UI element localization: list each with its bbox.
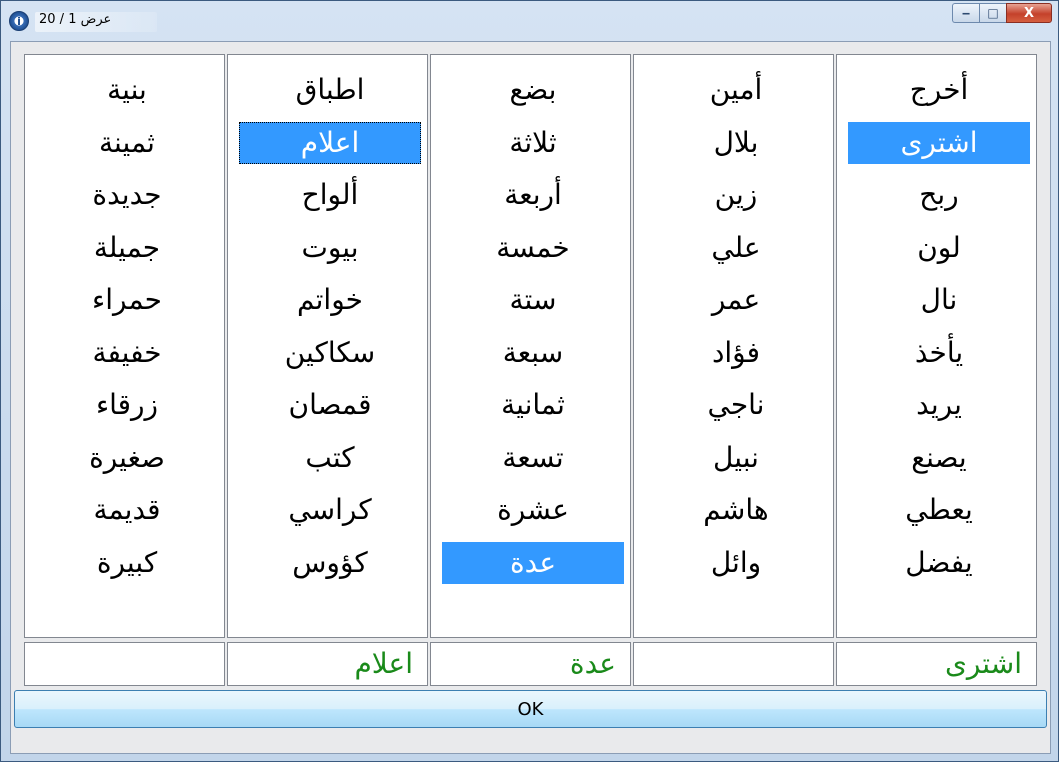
list-item[interactable]: اطباق bbox=[239, 69, 421, 111]
list-item[interactable]: قديمة bbox=[36, 489, 218, 531]
list-item[interactable]: خمسة bbox=[442, 227, 624, 269]
word-list-3[interactable]: بضع ثلاثة أربعة خمسة ستة سبعة ثمانية تسعة عشرة عد… bbox=[430, 54, 631, 638]
list-item[interactable]: ثمينة bbox=[36, 122, 218, 164]
answer-cell-5 bbox=[24, 642, 225, 686]
list-item[interactable]: بنية bbox=[36, 69, 218, 111]
list-item[interactable]: حمراء bbox=[36, 279, 218, 321]
list-item[interactable]: بلال bbox=[645, 122, 827, 164]
list-item[interactable]: ثلاثة bbox=[442, 122, 624, 164]
window-title: عرض 1 / 20 bbox=[35, 12, 158, 32]
list-item[interactable]: علي bbox=[645, 227, 827, 269]
list-item[interactable]: عشرة bbox=[442, 489, 624, 531]
list-item[interactable]: جميلة bbox=[36, 227, 218, 269]
minimize-button[interactable]: ‒ bbox=[952, 3, 979, 23]
answer-cell-4: اعلام bbox=[227, 642, 428, 686]
list-item[interactable]: خفيفة bbox=[36, 332, 218, 374]
list-item[interactable]: قمصان bbox=[239, 384, 421, 426]
list-item[interactable]: فؤاد bbox=[645, 332, 827, 374]
list-item[interactable]: خواتم bbox=[239, 279, 421, 321]
list-item[interactable]: كراسي bbox=[239, 489, 421, 531]
list-item[interactable]: سكاكين bbox=[239, 332, 421, 374]
list-item[interactable]: عمر bbox=[645, 279, 827, 321]
close-button[interactable]: X bbox=[1006, 3, 1052, 23]
list-item[interactable]: عدة bbox=[442, 541, 624, 584]
list-item[interactable]: جديدة bbox=[36, 174, 218, 216]
list-item[interactable]: اعلام bbox=[239, 121, 421, 164]
list-item[interactable]: ألواح bbox=[239, 174, 421, 216]
list-item[interactable]: يصنع bbox=[848, 437, 1030, 479]
title-bar[interactable]: i عرض 1 / 20 ‒ □ X bbox=[1, 1, 1059, 41]
list-item[interactable]: زرقاء bbox=[36, 384, 218, 426]
dialog-window: i عرض 1 / 20 ‒ □ X أخرج اشترى ربح لون نال يأخ… bbox=[0, 0, 1059, 762]
word-columns: أخرج اشترى ربح لون نال يأخذ يريد يصنع يعطي يفضل أم… bbox=[24, 54, 1037, 638]
list-item[interactable]: سبعة bbox=[442, 332, 624, 374]
list-item[interactable]: يأخذ bbox=[848, 332, 1030, 374]
list-item[interactable]: ناجي bbox=[645, 384, 827, 426]
list-item[interactable]: لون bbox=[848, 227, 1030, 269]
list-item[interactable]: أخرج bbox=[848, 69, 1030, 111]
answer-cell-3: عدة bbox=[430, 642, 631, 686]
list-item[interactable]: هاشم bbox=[645, 489, 827, 531]
word-list-1[interactable]: أخرج اشترى ربح لون نال يأخذ يريد يصنع يعطي يفضل bbox=[836, 54, 1037, 638]
list-item[interactable]: ستة bbox=[442, 279, 624, 321]
word-list-4[interactable]: اطباق اعلام ألواح بيوت خواتم سكاكين قمصان كتب كر… bbox=[227, 54, 428, 638]
list-item[interactable]: نال bbox=[848, 279, 1030, 321]
answer-cell-2 bbox=[633, 642, 834, 686]
word-list-2[interactable]: أمين بلال زين علي عمر فؤاد ناجي نبيل هاشم وائل bbox=[633, 54, 834, 638]
list-item[interactable]: نبيل bbox=[645, 437, 827, 479]
word-list-5[interactable]: بنية ثمينة جديدة جميلة حمراء خفيفة زرقاء صغيرة ق… bbox=[24, 54, 225, 638]
list-item[interactable]: كتب bbox=[239, 437, 421, 479]
list-item[interactable]: كبيرة bbox=[36, 542, 218, 584]
list-item[interactable]: تسعة bbox=[442, 437, 624, 479]
list-item[interactable]: يفضل bbox=[848, 542, 1030, 584]
list-item[interactable]: أمين bbox=[645, 69, 827, 111]
list-item[interactable]: أربعة bbox=[442, 174, 624, 216]
list-item[interactable]: وائل bbox=[645, 542, 827, 584]
list-item[interactable]: صغيرة bbox=[36, 437, 218, 479]
window-controls: ‒ □ X bbox=[952, 3, 1052, 25]
list-item[interactable]: يريد bbox=[848, 384, 1030, 426]
list-item[interactable]: كؤوس bbox=[239, 542, 421, 584]
list-item[interactable]: بضع bbox=[442, 69, 624, 111]
list-item[interactable]: اشترى bbox=[848, 121, 1030, 164]
list-item[interactable]: ربح bbox=[848, 174, 1030, 216]
list-item[interactable]: ثمانية bbox=[442, 384, 624, 426]
maximize-button[interactable]: □ bbox=[979, 3, 1006, 23]
answer-row: اشترى عدة اعلام bbox=[24, 642, 1037, 686]
ok-button[interactable]: OK bbox=[14, 690, 1047, 728]
list-item[interactable]: زين bbox=[645, 174, 827, 216]
info-icon: i bbox=[9, 11, 29, 31]
answer-cell-1: اشترى bbox=[836, 642, 1037, 686]
list-item[interactable]: بيوت bbox=[239, 227, 421, 269]
list-item[interactable]: يعطي bbox=[848, 489, 1030, 531]
content-area: أخرج اشترى ربح لون نال يأخذ يريد يصنع يعطي يفضل أم… bbox=[10, 41, 1051, 754]
